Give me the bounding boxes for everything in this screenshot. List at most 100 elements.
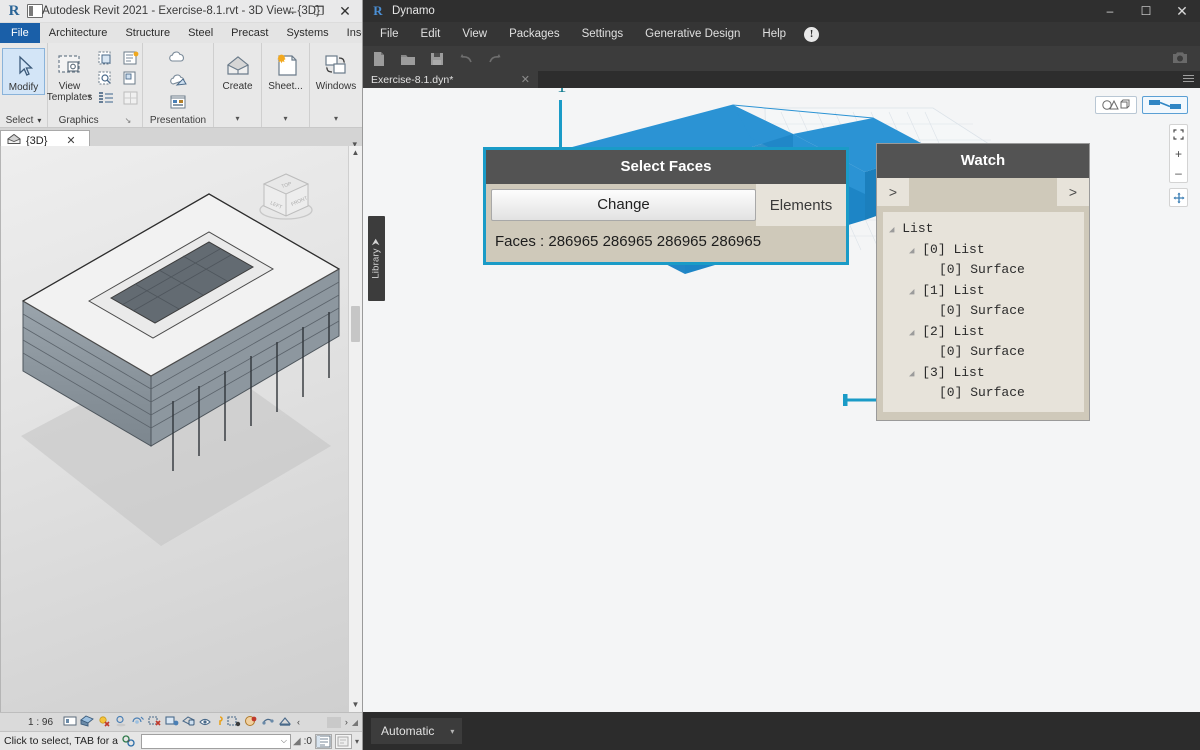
render-gallery-icon[interactable]	[166, 92, 190, 111]
show-crop-region-icon[interactable]	[165, 715, 179, 729]
menu-settings[interactable]: Settings	[571, 22, 635, 46]
constraints-icon[interactable]	[261, 715, 275, 729]
graph-tab[interactable]: Exercise-8.1.dyn* ✕	[363, 71, 538, 88]
filter-dialog-icon[interactable]	[315, 734, 332, 749]
zoom-fit-button[interactable]	[1170, 125, 1187, 144]
geometry-view-icon[interactable]	[1095, 96, 1137, 114]
thin-lines-icon[interactable]	[119, 68, 143, 87]
view-scale-label[interactable]: 1 : 96	[0, 717, 63, 728]
watch-tree-row[interactable]: [0] Surface	[889, 383, 1080, 404]
collapse-triangle-icon[interactable]: ◢	[909, 287, 914, 297]
view-bar-more-icon[interactable]: ‹	[297, 717, 300, 727]
create-caret[interactable]: ▾	[216, 113, 259, 127]
view-templates-button[interactable]: View Templates ▾	[47, 48, 93, 113]
ribbon-tab-structure[interactable]: Structure	[116, 23, 179, 43]
notification-icon[interactable]: !	[804, 27, 819, 42]
watch-tree-row[interactable]: [0] Surface	[889, 301, 1080, 322]
menu-edit[interactable]: Edit	[410, 22, 452, 46]
ribbon-tab-systems[interactable]: Systems	[277, 23, 337, 43]
camera-icon[interactable]	[1172, 51, 1188, 64]
watch-output-port[interactable]: >	[1057, 178, 1089, 206]
revit-close-button[interactable]: ✕	[332, 1, 358, 21]
dynamo-canvas[interactable]: 1 Select Faces Change Elements Faces : 2…	[363, 88, 1200, 712]
graph-view-icon[interactable]	[1142, 96, 1188, 114]
status-filter-combo[interactable]: ⌵	[141, 734, 291, 749]
menu-file[interactable]: File	[369, 22, 410, 46]
run-mode-selector[interactable]: Automatic ▾	[371, 718, 462, 744]
shadows-icon[interactable]	[114, 715, 128, 729]
save-file-icon[interactable]	[429, 51, 445, 67]
watch-tree-row[interactable]: [0] Surface	[889, 342, 1080, 363]
scroll-up-arrow-icon[interactable]: ▲	[349, 146, 362, 160]
ribbon-tab-architecture[interactable]: Architecture	[40, 23, 117, 43]
modify-button[interactable]: Modify	[2, 48, 45, 95]
sun-path-off-icon[interactable]	[97, 715, 111, 729]
render-in-cloud-icon[interactable]	[166, 70, 190, 89]
ribbon-tab-steel[interactable]: Steel	[179, 23, 222, 43]
revit-maximize-button[interactable]: ❐	[306, 1, 332, 21]
dynamo-minimize-button[interactable]: –	[1092, 0, 1128, 22]
collapse-triangle-icon[interactable]: ◢	[889, 225, 894, 235]
windows-button[interactable]: Windows	[312, 48, 360, 93]
reveal-hidden-elements-icon[interactable]	[216, 715, 224, 729]
watch-tree-row[interactable]: ◢ [2] List	[889, 322, 1080, 343]
filter-icon[interactable]: ◢	[293, 736, 301, 747]
menu-view[interactable]: View	[451, 22, 498, 46]
detail-level-icon[interactable]	[63, 715, 77, 729]
filters-icon[interactable]	[94, 68, 118, 87]
view-properties-icon[interactable]	[119, 48, 143, 67]
watch-input-port[interactable]: >	[877, 178, 909, 206]
status-chevron-down-icon[interactable]: ▾	[355, 737, 359, 746]
elements-output-port[interactable]: Elements	[756, 184, 846, 226]
temporary-view-properties-icon[interactable]	[227, 715, 241, 729]
revit-minimize-button[interactable]: –	[280, 1, 306, 21]
pan-button[interactable]	[1169, 188, 1188, 207]
graph-tab-close-icon[interactable]: ✕	[511, 73, 530, 86]
windows-caret[interactable]: ▾	[312, 113, 360, 127]
sheet-button[interactable]: Sheet...	[264, 48, 307, 93]
render-settings-icon[interactable]	[131, 715, 145, 729]
watch-result-tree[interactable]: ◢ List ◢ [0] List [0] Surface ◢ [1] List…	[883, 212, 1084, 412]
dynamo-maximize-button[interactable]: ☐	[1128, 0, 1164, 22]
quick-access-toolbar-icon[interactable]	[27, 4, 43, 18]
visual-style-icon[interactable]	[80, 715, 94, 729]
chevron-down-icon[interactable]: ▾	[88, 93, 92, 101]
worksharing-icon[interactable]	[121, 734, 136, 748]
cloud-rendering-icon[interactable]	[166, 48, 190, 67]
crop-view-off-icon[interactable]	[148, 715, 162, 729]
collapse-triangle-icon[interactable]: ◢	[909, 328, 914, 338]
temporary-hide-isolate-icon[interactable]	[199, 715, 213, 729]
revit-3d-viewport[interactable]: TOP LEFT FRONT	[0, 146, 348, 712]
select-faces-node[interactable]: Select Faces Change Elements Faces : 286…	[483, 147, 849, 265]
scroll-down-arrow-icon[interactable]: ▼	[349, 698, 362, 712]
zoom-out-button[interactable]: –	[1170, 163, 1187, 182]
undo-icon[interactable]	[458, 51, 474, 67]
open-file-icon[interactable]	[400, 51, 416, 67]
analytical-model-icon[interactable]	[244, 715, 258, 729]
show-hidden-lines-icon[interactable]	[94, 88, 118, 107]
worksharing-display-icon[interactable]	[278, 715, 292, 729]
ribbon-tab-insert[interactable]: Insert	[338, 23, 363, 43]
panel-launcher-icon[interactable]: ↘	[125, 116, 132, 125]
dynamo-close-button[interactable]: ✕	[1164, 0, 1200, 22]
tab-menu-icon[interactable]	[1183, 75, 1194, 84]
exclude-options-icon[interactable]	[335, 734, 352, 749]
chevron-down-icon[interactable]: ▾	[37, 116, 41, 125]
view-bar-chevron-icon[interactable]: ›	[345, 717, 348, 727]
ribbon-tab-file[interactable]: File	[0, 23, 40, 43]
visibility-graphics-icon[interactable]	[94, 48, 118, 67]
lock-3d-view-icon[interactable]	[182, 715, 196, 729]
sheet-caret[interactable]: ▾	[264, 113, 307, 127]
menu-help[interactable]: Help	[751, 22, 797, 46]
new-file-icon[interactable]	[371, 51, 387, 67]
watch-tree-row[interactable]: ◢ [1] List	[889, 281, 1080, 302]
watch-tree-row[interactable]: ◢ List	[889, 219, 1080, 240]
watch-tree-row[interactable]: ◢ [0] List	[889, 240, 1080, 261]
create-button[interactable]: Create	[216, 48, 259, 93]
watch-tree-row[interactable]: ◢ [3] List	[889, 363, 1080, 384]
library-panel-tab[interactable]: Library ⮞	[368, 216, 385, 301]
menu-packages[interactable]: Packages	[498, 22, 571, 46]
watch-tree-row[interactable]: [0] Surface	[889, 260, 1080, 281]
scrollbar-thumb[interactable]	[351, 306, 360, 342]
collapse-triangle-icon[interactable]: ◢	[909, 246, 914, 256]
